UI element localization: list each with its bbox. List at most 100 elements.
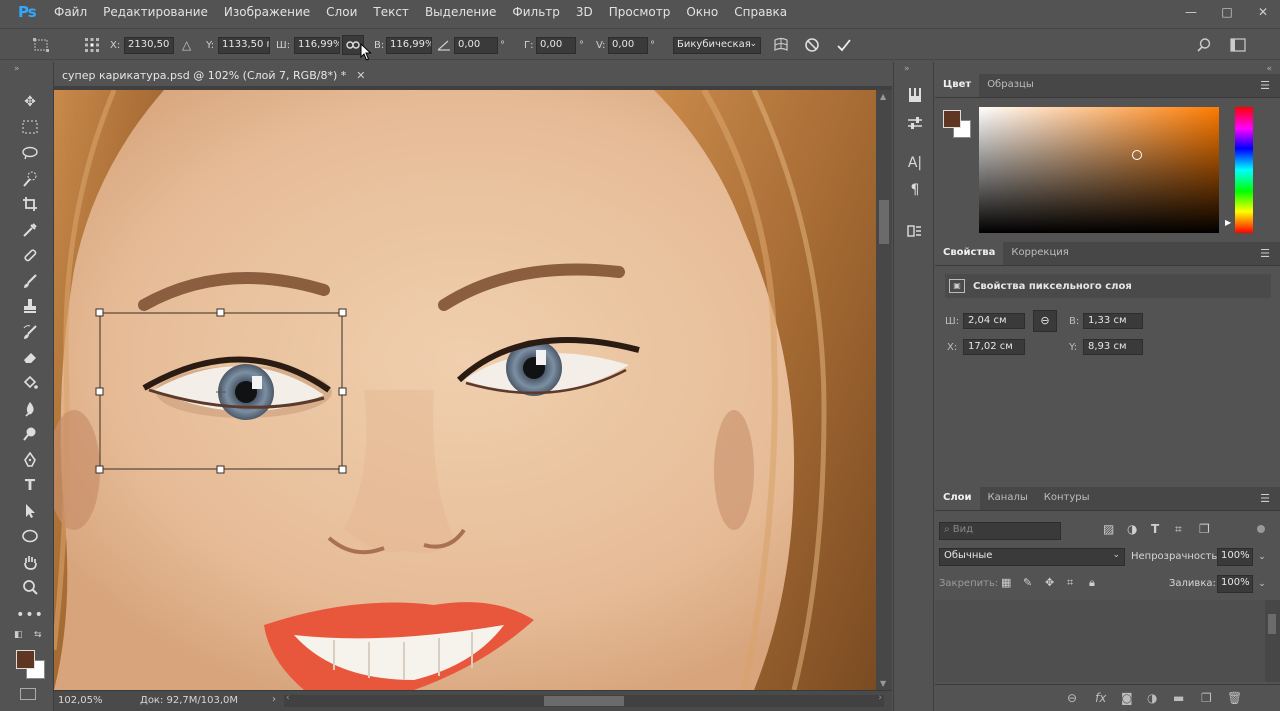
collapse-arrows-icon[interactable]: » — [14, 64, 20, 74]
scroll-left-icon[interactable]: ‹ — [286, 693, 290, 703]
prop-height-input[interactable]: 1,33 см — [1083, 313, 1143, 329]
character-panel-icon[interactable]: A| — [904, 152, 926, 174]
paint-bucket-tool-icon[interactable] — [18, 372, 42, 394]
tab-layers[interactable]: Слои — [935, 486, 980, 510]
minimize-button[interactable]: — — [1184, 5, 1198, 19]
delta-icon[interactable]: △ — [182, 29, 191, 61]
tab-channels[interactable]: Каналы — [980, 486, 1036, 510]
filter-smart-object-icon[interactable]: ❐ — [1199, 522, 1210, 536]
interpolation-select[interactable]: Бикубическая ⌄ — [673, 36, 761, 54]
blend-mode-select[interactable]: Обычные ⌄ — [939, 548, 1125, 566]
maximize-button[interactable]: □ — [1220, 5, 1234, 19]
eraser-tool-icon[interactable] — [18, 346, 42, 368]
horizontal-skew-input[interactable]: 0,00 — [536, 36, 576, 54]
layers-scroll-thumb[interactable] — [1268, 614, 1276, 634]
marquee-tool-icon[interactable] — [18, 116, 42, 138]
lock-artboard-icon[interactable]: ⌗ — [1067, 576, 1073, 590]
dodge-tool-icon[interactable] — [18, 423, 42, 445]
vertical-scroll-thumb[interactable] — [879, 200, 889, 244]
close-window-button[interactable]: ✕ — [1256, 5, 1270, 19]
image-canvas[interactable] — [54, 90, 876, 690]
warp-mode-icon[interactable] — [773, 29, 789, 61]
menu-3d[interactable]: 3D — [568, 0, 601, 24]
layer-style-icon[interactable]: fx — [1095, 691, 1106, 705]
menu-edit[interactable]: Редактирование — [95, 0, 216, 24]
fill-dropdown-icon[interactable]: ⌄ — [1255, 575, 1269, 593]
blur-tool-icon[interactable] — [18, 398, 42, 420]
lasso-tool-icon[interactable] — [18, 142, 42, 164]
commit-transform-icon[interactable] — [836, 29, 852, 61]
layer-comps-panel-icon[interactable] — [904, 220, 926, 242]
history-brush-tool-icon[interactable] — [18, 321, 42, 343]
link-layers-icon[interactable]: ⊖ — [1067, 691, 1077, 705]
opacity-input[interactable]: 100% — [1217, 548, 1253, 566]
menu-image[interactable]: Изображение — [216, 0, 318, 24]
horizontal-scroll-thumb[interactable] — [544, 696, 624, 706]
delete-layer-icon[interactable]: 🗑︎ — [1227, 691, 1242, 705]
type-tool-icon[interactable]: T — [18, 474, 42, 496]
layer-mask-icon[interactable]: ◙ — [1121, 691, 1133, 705]
workspace-icon[interactable] — [1230, 29, 1246, 61]
layers-panel-menu-icon[interactable]: ☰ — [1260, 492, 1270, 505]
new-layer-icon[interactable]: ❐ — [1201, 691, 1212, 705]
status-menu-icon[interactable]: › — [272, 694, 276, 705]
more-tools-icon[interactable]: ••• — [16, 604, 43, 626]
expand-panels-icon[interactable]: » — [904, 64, 910, 74]
reference-point-icon[interactable] — [84, 29, 100, 61]
lock-transparency-icon[interactable]: ▦ — [1001, 576, 1011, 589]
tab-adjustments[interactable]: Коррекция — [1003, 241, 1076, 265]
layer-filter-input[interactable]: ⌕ Вид — [939, 522, 1061, 540]
rotate-angle-input[interactable]: 0,00 — [454, 36, 498, 54]
tab-color[interactable]: Цвет — [935, 73, 980, 97]
move-tool-icon[interactable]: ✥ — [18, 91, 42, 113]
ellipse-tool-icon[interactable] — [18, 525, 42, 547]
filter-type-icon[interactable]: T — [1151, 522, 1159, 536]
clone-stamp-tool-icon[interactable] — [18, 295, 42, 317]
close-tab-icon[interactable]: ✕ — [356, 69, 365, 82]
document-tab[interactable]: супер карикатура.psd @ 102% (Слой 7, RGB… — [54, 64, 365, 87]
tab-properties[interactable]: Свойства — [935, 241, 1004, 265]
menu-filter[interactable]: Фильтр — [504, 0, 567, 24]
vertical-skew-input[interactable]: 0,00 — [608, 36, 648, 54]
hand-tool-icon[interactable] — [18, 551, 42, 573]
swap-colors-icon[interactable]: ⇆ — [34, 630, 42, 640]
x-position-input[interactable]: 2130,50 пи — [124, 36, 174, 54]
menu-help[interactable]: Справка — [726, 0, 795, 24]
menu-type[interactable]: Текст — [365, 0, 417, 24]
default-colors-icon[interactable]: ◧ — [14, 630, 23, 640]
y-position-input[interactable]: 1133,50 пи — [218, 36, 270, 54]
width-input[interactable]: 116,99% — [294, 36, 340, 54]
layers-list[interactable] — [935, 600, 1265, 682]
quick-mask-icon[interactable] — [20, 688, 36, 700]
height-input[interactable]: 116,99% — [386, 36, 432, 54]
lock-position-icon[interactable]: ✥ — [1045, 576, 1054, 589]
hue-slider-arrow-icon[interactable]: ▶ — [1225, 218, 1231, 227]
adjustments-panel-icon[interactable] — [904, 112, 926, 134]
canvas-horizontal-scrollbar[interactable]: ‹ › — [284, 693, 884, 707]
filter-shape-icon[interactable]: ⌗ — [1175, 522, 1182, 537]
collapse-panels-icon[interactable]: « — [1266, 64, 1272, 74]
paragraph-panel-icon[interactable]: ¶ — [904, 179, 926, 201]
crop-tool-icon[interactable] — [18, 193, 42, 215]
new-group-icon[interactable]: ▬ — [1173, 691, 1184, 705]
quick-selection-tool-icon[interactable] — [18, 168, 42, 190]
scroll-up-icon[interactable]: ▲ — [880, 92, 886, 101]
filter-adjustment-icon[interactable]: ◑ — [1127, 522, 1137, 536]
color-panel-foreground-swatch[interactable] — [943, 110, 961, 128]
filter-pixel-icon[interactable]: ▨ — [1103, 522, 1114, 536]
opacity-dropdown-icon[interactable]: ⌄ — [1255, 548, 1269, 566]
color-picker-field[interactable] — [979, 107, 1219, 233]
search-icon[interactable] — [1196, 29, 1212, 61]
menu-file[interactable]: Файл — [46, 0, 95, 24]
prop-y-input[interactable]: 8,93 см — [1083, 339, 1143, 355]
pen-tool-icon[interactable] — [18, 449, 42, 471]
prop-link-icon[interactable]: ⊖ — [1033, 310, 1057, 332]
color-picker-cursor[interactable] — [1132, 149, 1143, 160]
color-panel-menu-icon[interactable]: ☰ — [1260, 79, 1270, 92]
brush-tool-icon[interactable] — [18, 270, 42, 292]
menu-select[interactable]: Выделение — [417, 0, 504, 24]
healing-brush-tool-icon[interactable] — [18, 244, 42, 266]
history-panel-icon[interactable] — [904, 84, 926, 106]
scroll-down-icon[interactable]: ▼ — [880, 679, 886, 688]
hue-slider[interactable] — [1235, 107, 1253, 233]
